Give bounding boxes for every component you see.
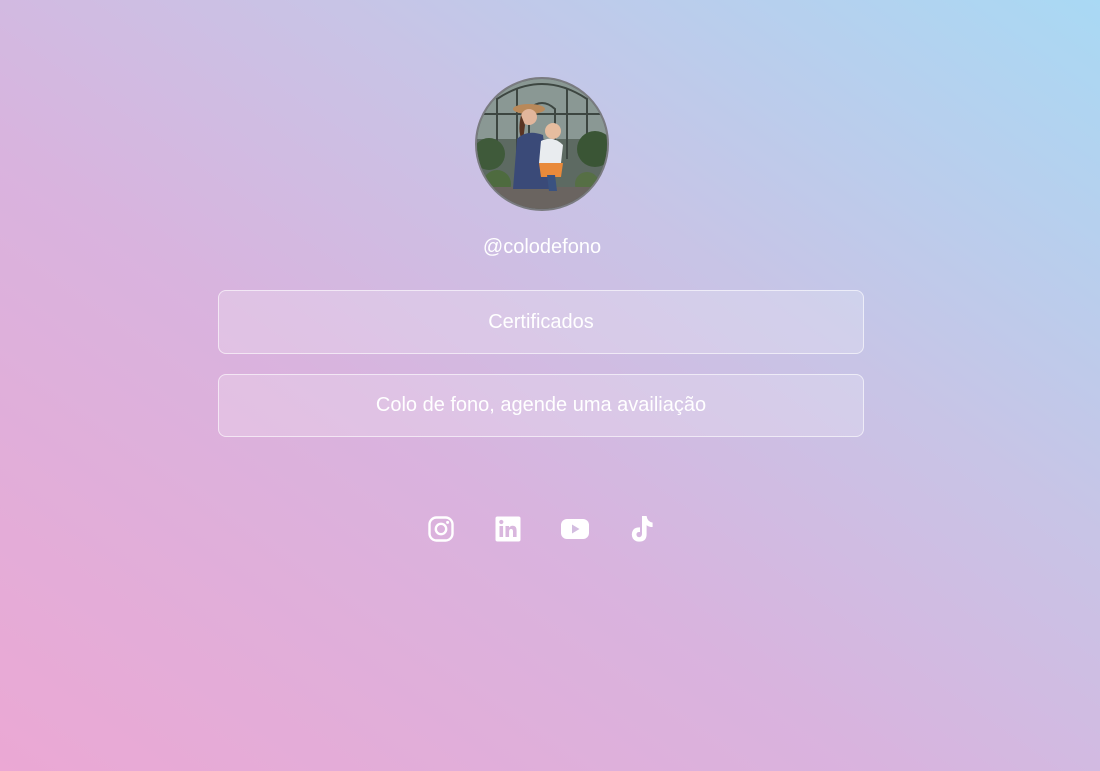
avatar-photo — [477, 79, 607, 209]
link-button-label: Colo de fono, agende uma availiação — [375, 394, 707, 416]
link-page: @colodefono Certificados Colo de fono, a… — [0, 0, 1084, 771]
link-button-agende-avaliacao[interactable]: Colo de fono, agende uma availiação — [218, 374, 864, 437]
youtube-link[interactable] — [560, 514, 590, 544]
tiktok-link[interactable] — [627, 514, 657, 544]
link-button-label: Certificados — [488, 310, 594, 333]
tiktok-icon — [631, 516, 653, 542]
social-links — [0, 514, 1084, 546]
avatar — [475, 77, 609, 211]
instagram-icon — [428, 516, 454, 542]
instagram-link[interactable] — [426, 514, 456, 544]
linkedin-icon — [495, 516, 521, 542]
youtube-icon — [561, 519, 589, 539]
linkedin-link[interactable] — [493, 514, 523, 544]
link-button-certificados[interactable]: Certificados — [218, 290, 864, 354]
profile-handle: @colodefono — [482, 236, 602, 258]
